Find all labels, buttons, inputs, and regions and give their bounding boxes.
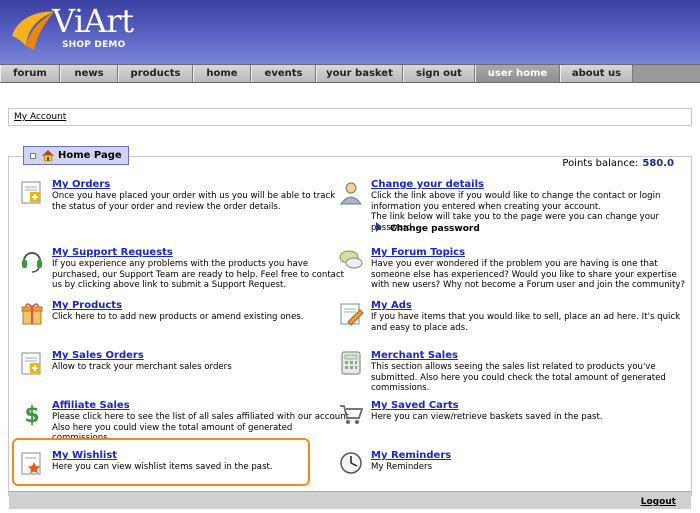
my-orders-desc: Once you have placed your order with us … xyxy=(52,191,336,212)
my-ads-link[interactable]: My Ads xyxy=(371,300,412,311)
dollar-sign-icon: $ xyxy=(24,403,39,426)
merchant-sales-desc: This section allows seeing the sales lis… xyxy=(371,362,666,393)
chat-bubbles-icon xyxy=(339,250,363,269)
change-details-desc-1: Click the link above if you would like t… xyxy=(371,191,661,212)
my-reminders-desc: My Reminders xyxy=(371,462,433,472)
nav-user-home[interactable]: user home xyxy=(475,65,560,82)
points-label: Points balance: xyxy=(562,158,639,169)
gift-box-icon xyxy=(21,303,43,325)
sales-orders-document-icon xyxy=(21,352,41,375)
my-ads-desc: If you have items that you would like to… xyxy=(371,312,681,333)
my-sales-orders-link[interactable]: My Sales Orders xyxy=(52,350,144,361)
points-value: 580.0 xyxy=(642,158,674,169)
points-balance: Points balance: 580.0 xyxy=(562,158,674,169)
headset-icon xyxy=(22,252,42,273)
nav-your-basket[interactable]: your basket xyxy=(316,65,403,82)
viart-logo-icon xyxy=(12,11,54,50)
tab-label: Home Page xyxy=(58,150,122,161)
my-products-desc: Click here to to add new products or ame… xyxy=(52,312,304,322)
my-support-requests-link[interactable]: My Support Requests xyxy=(52,247,173,258)
change-password-label: Change password xyxy=(390,224,480,234)
my-support-requests-desc: If you experience any problems with the … xyxy=(52,259,345,290)
ads-pencil-icon xyxy=(340,303,364,326)
footer-bar xyxy=(9,491,691,509)
my-wishlist-desc: Here you can view wishlist items saved i… xyxy=(52,462,273,472)
main-nav: forum news products home events your bas… xyxy=(0,64,700,83)
arrow-right-icon xyxy=(376,222,382,232)
site-header: ViArt SHOP DEMO xyxy=(0,0,700,64)
my-reminders-link[interactable]: My Reminders xyxy=(371,450,451,461)
change-your-details-link[interactable]: Change your details xyxy=(371,179,484,190)
brand-subtitle: SHOP DEMO xyxy=(62,40,126,50)
nav-home[interactable]: home xyxy=(193,65,251,82)
orders-document-icon xyxy=(21,181,41,204)
svg-text:$: $ xyxy=(24,403,39,426)
collapse-square-icon[interactable] xyxy=(30,153,36,159)
merchant-sales-link[interactable]: Merchant Sales xyxy=(371,350,458,361)
my-forum-topics-link[interactable]: My Forum Topics xyxy=(371,247,465,258)
change-password-link[interactable]: Change password xyxy=(376,222,480,234)
clock-icon xyxy=(340,452,362,474)
nav-about-us[interactable]: about us xyxy=(560,65,633,82)
my-orders-link[interactable]: My Orders xyxy=(52,179,110,190)
nav-forum[interactable]: forum xyxy=(0,65,60,82)
breadcrumb-my-account[interactable]: My Account xyxy=(14,112,66,122)
affiliate-sales-link[interactable]: Affiliate Sales xyxy=(52,400,130,411)
logout-link[interactable]: Logout xyxy=(641,497,676,507)
brand-name[interactable]: ViArt xyxy=(52,2,134,40)
tab-home-page[interactable]: Home Page xyxy=(23,146,129,165)
my-forum-topics-desc: Have you ever wondered if the problem yo… xyxy=(371,259,686,290)
nav-news[interactable]: news xyxy=(60,65,118,82)
my-wishlist-link[interactable]: My Wishlist xyxy=(52,450,117,461)
house-icon xyxy=(42,150,54,162)
nav-products[interactable]: products xyxy=(118,65,193,82)
my-saved-carts-link[interactable]: My Saved Carts xyxy=(371,400,459,411)
my-products-link[interactable]: My Products xyxy=(52,300,122,311)
my-sales-orders-desc: Allow to track your merchant sales order… xyxy=(52,362,232,372)
breadcrumb: My Account xyxy=(8,108,692,126)
my-saved-carts-desc: Here you can view/retrieve baskets saved… xyxy=(371,412,603,422)
shopping-cart-icon xyxy=(340,405,364,424)
calculator-icon xyxy=(341,351,361,375)
wishlist-star-icon xyxy=(21,452,41,475)
nav-events[interactable]: events xyxy=(251,65,316,82)
nav-sign-out[interactable]: sign out xyxy=(403,65,475,82)
user-profile-icon xyxy=(340,182,362,205)
